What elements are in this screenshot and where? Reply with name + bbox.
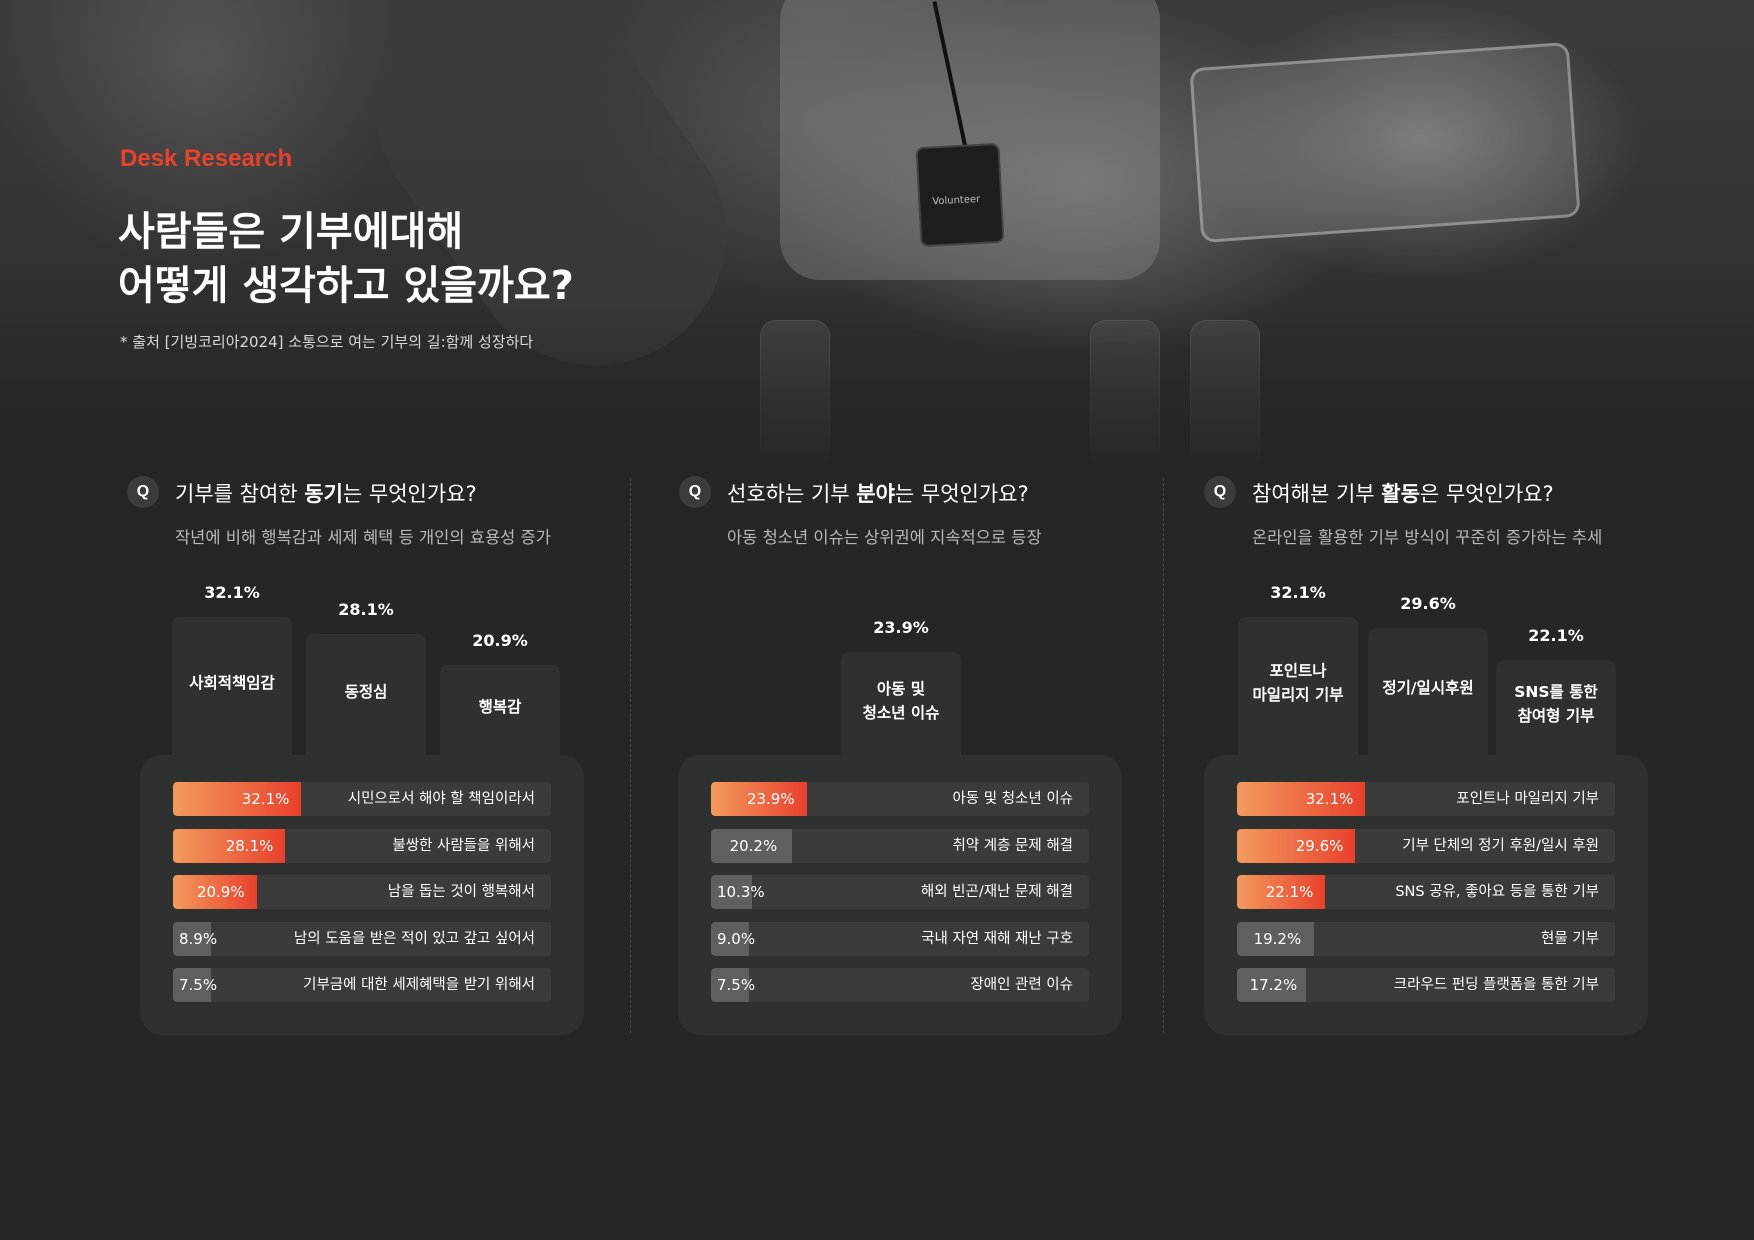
- bar-row: 10.3% 해외 빈곤/재난 문제 해결: [711, 875, 1089, 909]
- bar-row: 32.1% 시민으로서 해야 할 책임이라서: [173, 782, 551, 816]
- bar-value-label: 7.5%: [717, 976, 756, 994]
- podium-column: SNS를 통한 참여형 기부: [1496, 659, 1616, 755]
- podium-value-label: 29.6%: [1400, 593, 1456, 613]
- question-icon: Q: [127, 476, 159, 508]
- bar-value-label: 7.5%: [179, 976, 218, 994]
- bar-value-label: 28.1%: [225, 836, 274, 855]
- bar-category-label: 장애인 관련 이슈: [970, 977, 1073, 993]
- bar-category-label: 시민으로서 해야 할 책임이라서: [347, 791, 535, 807]
- page-title: 사람들은 기부에대해 어떻게 생각하고 있을까요?: [118, 205, 574, 313]
- question-title-keyword: 활동: [1381, 482, 1420, 506]
- bar-category-label: 기부 단체의 정기 후원/일시 후원: [1402, 837, 1599, 854]
- bar-row: 7.5% 기부금에 대한 세제혜택을 받기 위해서: [173, 968, 551, 1002]
- section-eyebrow: Desk Research: [120, 145, 293, 172]
- podium-column: 아동 및 청소년 이슈: [841, 652, 961, 755]
- bar-category-label: 국내 자연 재해 재난 구호: [921, 930, 1073, 947]
- bar-value-label: 17.2%: [1249, 976, 1298, 994]
- bar-category-label: 남의 도움을 받은 적이 있고 갚고 싶어서: [293, 930, 535, 947]
- podium-column: 포인트나 마일리지 기부: [1238, 616, 1358, 755]
- question-icon: Q: [1204, 476, 1236, 508]
- podium-value-label: 28.1%: [338, 600, 394, 620]
- podium-value-label: 20.9%: [472, 631, 528, 651]
- bar-category-label: 기부금에 대한 세제혜택을 받기 위해서: [303, 977, 535, 993]
- bar-value-label: 23.9%: [746, 790, 795, 808]
- question-title-keyword: 동기: [304, 482, 343, 506]
- bar-value-label: 20.9%: [196, 883, 245, 901]
- question-title-text: 는 무엇인가요?: [342, 482, 477, 506]
- column-divider: [630, 478, 631, 1033]
- question-title-text: 은 무엇인가요?: [1419, 482, 1554, 506]
- bar-value-label: 20.2%: [729, 836, 778, 855]
- bar-row: 8.9% 남의 도움을 받은 적이 있고 갚고 싶어서: [173, 921, 551, 956]
- bar-value-label: 32.1%: [241, 790, 290, 808]
- question-subtitle: 작년에 비해 행복감과 세제 혜택 등 개인의 효용성 증가: [175, 528, 551, 547]
- page-title-line: 어떻게 생각하고 있을까요?: [118, 263, 574, 309]
- bar-row: 9.0% 국내 자연 재해 재난 구호: [711, 921, 1089, 956]
- bar-value-label: 22.1%: [1265, 883, 1314, 901]
- bar-value-label: 10.3%: [717, 883, 765, 901]
- question-title: 참여해본 기부 활동은 무엇인가요?: [1252, 478, 1554, 508]
- bar-row: 22.1% SNS 공유, 좋아요 등을 통한 기부: [1237, 875, 1615, 909]
- podium-value-label: 22.1%: [1528, 625, 1584, 645]
- bar-row: 28.1% 불쌍한 사람들을 위해서: [173, 828, 551, 863]
- bar-category-label: 현물 기부: [1541, 930, 1599, 947]
- question-title-text: 참여해본 기부: [1252, 482, 1382, 506]
- bar-value-label: 9.0%: [717, 929, 756, 948]
- podium-value-label: 23.9%: [873, 618, 929, 638]
- question-icon: Q: [679, 476, 711, 508]
- storage-box-shape: [1189, 41, 1581, 244]
- bar-category-label: 포인트나 마일리지 기부: [1456, 791, 1599, 807]
- question-title-text: 선호하는 기부: [727, 482, 857, 506]
- bar-category-label: 취약 계층 문제 해결: [952, 837, 1073, 854]
- podium-column: 행복감: [440, 665, 560, 755]
- question-title: 기부를 참여한 동기는 무엇인가요?: [175, 478, 477, 508]
- question-title: 선호하는 기부 분야는 무엇인가요?: [727, 478, 1029, 508]
- bar-category-label: 불쌍한 사람들을 위해서: [392, 837, 535, 854]
- podium-column: 사회적책임감: [172, 616, 292, 755]
- source-note: * 출처 [기빙코리아2024] 소통으로 여는 기부의 길:함께 성장하다: [120, 333, 534, 351]
- podium-value-label: 32.1%: [1270, 582, 1326, 602]
- podium-value-label: 32.1%: [204, 582, 260, 602]
- podium-column: 동정심: [306, 634, 426, 755]
- page-title-line: 사람들은 기부에대해: [118, 209, 464, 255]
- question-subtitle: 아동 청소년 이슈는 상위권에 지속적으로 등장: [727, 528, 1042, 547]
- bar-category-label: 해외 빈곤/재난 문제 해결: [920, 884, 1073, 900]
- bar-category-label: 남을 돕는 것이 행복해서: [387, 884, 535, 900]
- volunteer-badge: Volunteer: [915, 142, 1005, 248]
- bar-row: 29.6% 기부 단체의 정기 후원/일시 후원: [1237, 828, 1615, 863]
- podium-column: 정기/일시후원: [1368, 627, 1488, 755]
- hero-fade: [0, 300, 1754, 470]
- column-divider: [1163, 478, 1164, 1033]
- bar-row: 32.1% 포인트나 마일리지 기부: [1237, 782, 1615, 816]
- question-title-text: 기부를 참여한: [175, 482, 305, 506]
- bar-category-label: 아동 및 청소년 이슈: [952, 791, 1073, 807]
- bar-row: 7.5% 장애인 관련 이슈: [711, 968, 1089, 1002]
- bar-value-label: 32.1%: [1305, 790, 1354, 808]
- bar-row: 17.2% 크라우드 펀딩 플랫폼을 통한 기부: [1237, 968, 1615, 1002]
- bar-value-label: 29.6%: [1295, 836, 1344, 855]
- question-subtitle: 온라인을 활용한 기부 방식이 꾸준히 증가하는 추세: [1252, 528, 1603, 547]
- bar-category-label: 크라우드 펀딩 플랫폼을 통한 기부: [1393, 977, 1599, 993]
- bar-category-label: SNS 공유, 좋아요 등을 통한 기부: [1395, 884, 1599, 900]
- bar-row: 20.9% 남을 돕는 것이 행복해서: [173, 875, 551, 909]
- bar-row: 19.2% 현물 기부: [1237, 921, 1615, 956]
- bar-value-label: 8.9%: [179, 929, 218, 948]
- bar-row: 20.2% 취약 계층 문제 해결: [711, 828, 1089, 863]
- question-title-keyword: 분야: [856, 482, 895, 506]
- bar-value-label: 19.2%: [1253, 929, 1302, 948]
- question-title-text: 는 무엇인가요?: [894, 482, 1029, 506]
- bar-row: 23.9% 아동 및 청소년 이슈: [711, 782, 1089, 816]
